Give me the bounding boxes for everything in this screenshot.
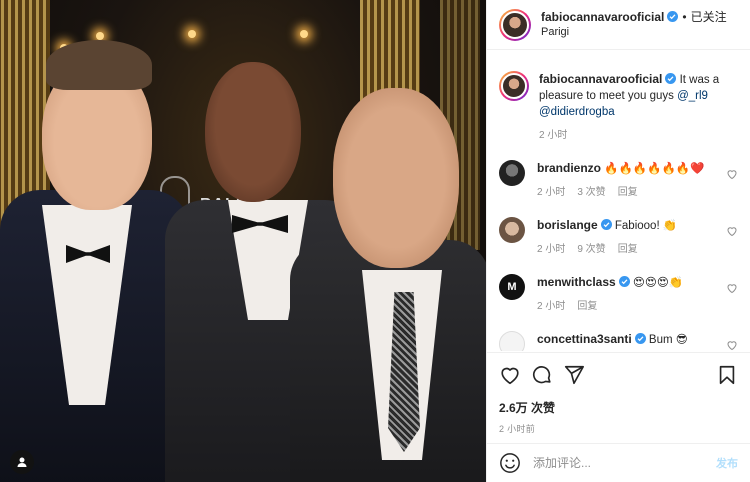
commenter-avatar[interactable] [499, 217, 525, 243]
author-avatar[interactable] [499, 8, 531, 41]
commenter-avatar[interactable]: M [499, 274, 525, 300]
caption-mention[interactable]: @didierdrogba [539, 106, 615, 118]
heart-icon[interactable] [499, 364, 521, 386]
comment-item: borislange Fabiooo! 👏 2 小时 9 次赞 回复 [499, 217, 738, 258]
verified-badge-icon [634, 333, 646, 344]
author-username[interactable]: fabiocannavarooficial [541, 10, 664, 24]
post-actions: 2.6万 次赞 2 小时前 [487, 352, 750, 435]
comment-likes[interactable]: 3 次赞 [577, 187, 605, 198]
comment-text: Bum 😎 [648, 334, 688, 346]
comment-username[interactable]: borislange [537, 218, 598, 232]
author-avatar[interactable] [499, 71, 529, 101]
emoji-icon[interactable] [499, 452, 521, 474]
caption-time: 2 小时 [539, 130, 568, 141]
stage-spotlight [188, 30, 196, 38]
verified-badge-icon [600, 219, 612, 230]
reply-button[interactable]: 回复 [577, 301, 597, 312]
post-comment-button[interactable]: 发布 [716, 455, 738, 471]
bookmark-icon[interactable] [716, 364, 738, 386]
heart-icon[interactable] [726, 168, 738, 180]
comment-time: 2 小时 [537, 244, 566, 255]
stage-spotlight [300, 30, 308, 38]
post-timestamp: 2 小时前 [499, 424, 536, 434]
comment-time: 2 小时 [537, 187, 566, 198]
post-photo[interactable]: BALL [0, 0, 486, 482]
user-tag-icon[interactable] [10, 450, 34, 474]
caption-mention[interactable]: @_rl9 [677, 90, 708, 102]
comment-time: 2 小时 [537, 301, 566, 312]
comment-input[interactable] [533, 456, 716, 470]
comment-text: Fabiooo! 👏 [614, 220, 678, 232]
add-comment-bar: 发布 [487, 443, 750, 482]
verified-badge-icon [667, 11, 679, 22]
comment-item: concettina3santi Bum 😎 [499, 331, 738, 351]
comment-likes[interactable]: 9 次赞 [577, 244, 605, 255]
comments-list[interactable]: fabiocannavarooficial It was a pleasure … [487, 51, 750, 351]
heart-icon[interactable] [726, 225, 738, 237]
post-caption: fabiocannavarooficial It was a pleasure … [499, 71, 738, 144]
share-icon[interactable] [563, 364, 585, 386]
comment-text: 🔥🔥🔥🔥🔥🔥❤️ [604, 163, 705, 175]
comment-item: M menwithclass 😍😍😍👏 2 小时 回复 [499, 274, 738, 315]
like-count[interactable]: 2.6万 次赞 [499, 399, 738, 416]
commenter-avatar[interactable] [499, 160, 525, 186]
heart-icon[interactable] [726, 282, 738, 294]
comment-icon[interactable] [531, 364, 553, 386]
reply-button[interactable]: 回复 [618, 187, 638, 198]
caption-username[interactable]: fabiocannavarooficial [539, 72, 662, 86]
commenter-avatar[interactable] [499, 331, 525, 351]
verified-badge-icon [665, 73, 677, 84]
comment-username[interactable]: menwithclass [537, 275, 616, 289]
comment-username[interactable]: brandienzo [537, 161, 601, 175]
comment-username[interactable]: concettina3santi [537, 332, 632, 346]
stage-spotlight [96, 32, 104, 40]
verified-badge-icon [618, 276, 630, 287]
post-header: fabiocannavarooficial • 已关注 Parigi [487, 0, 750, 50]
comment-item: brandienzo 🔥🔥🔥🔥🔥🔥❤️ 2 小时 3 次赞 回复 [499, 160, 738, 201]
post-location[interactable]: Parigi [541, 25, 727, 40]
header-separator: • [682, 10, 687, 24]
reply-button[interactable]: 回复 [618, 244, 638, 255]
following-button[interactable]: 已关注 [691, 10, 727, 24]
heart-icon[interactable] [726, 339, 738, 351]
comment-text: 😍😍😍👏 [632, 277, 684, 289]
post-side-panel: fabiocannavarooficial • 已关注 Parigi fabioca… [486, 0, 750, 482]
